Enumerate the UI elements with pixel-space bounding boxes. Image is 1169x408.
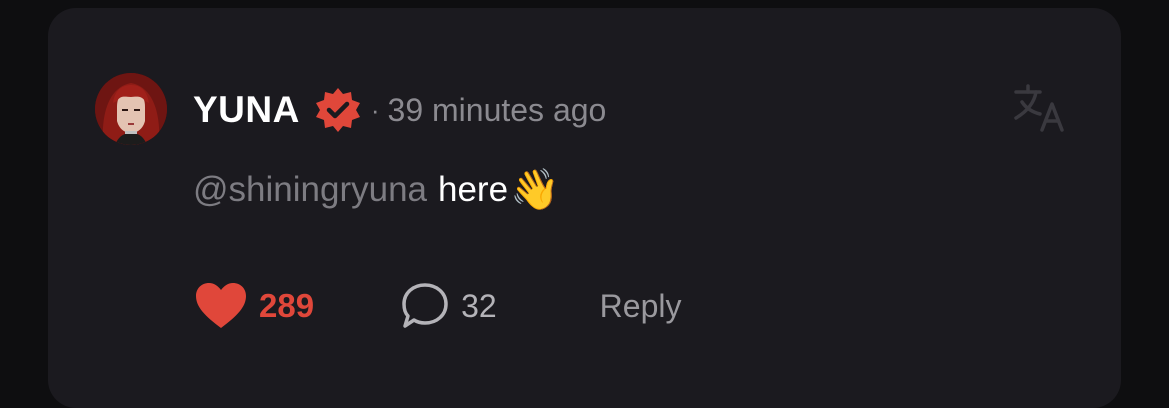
comment-header: YUNA · 39 minutes ago: [193, 86, 606, 134]
heart-icon: [193, 280, 249, 332]
verified-badge-icon: [314, 86, 362, 134]
comment-actions: 289 32 Reply: [193, 278, 681, 334]
comment-text: here: [438, 170, 509, 209]
comment-button[interactable]: 32: [399, 280, 497, 332]
like-button[interactable]: 289: [193, 280, 314, 332]
avatar[interactable]: [95, 73, 167, 145]
translate-icon[interactable]: [1012, 82, 1068, 134]
username[interactable]: YUNA: [193, 89, 300, 131]
comment-count: 32: [461, 287, 497, 324]
comment-body: @shiningryuna here 👋: [193, 165, 560, 215]
time-separator: ·: [370, 94, 380, 125]
waving-hand-emoji: 👋: [510, 168, 560, 212]
like-count: 289: [259, 287, 315, 324]
mention-link[interactable]: @shiningryuna: [193, 170, 427, 210]
timestamp: 39 minutes ago: [387, 91, 607, 128]
reply-button[interactable]: Reply: [600, 288, 682, 325]
comment-bubble-icon: [399, 280, 451, 332]
